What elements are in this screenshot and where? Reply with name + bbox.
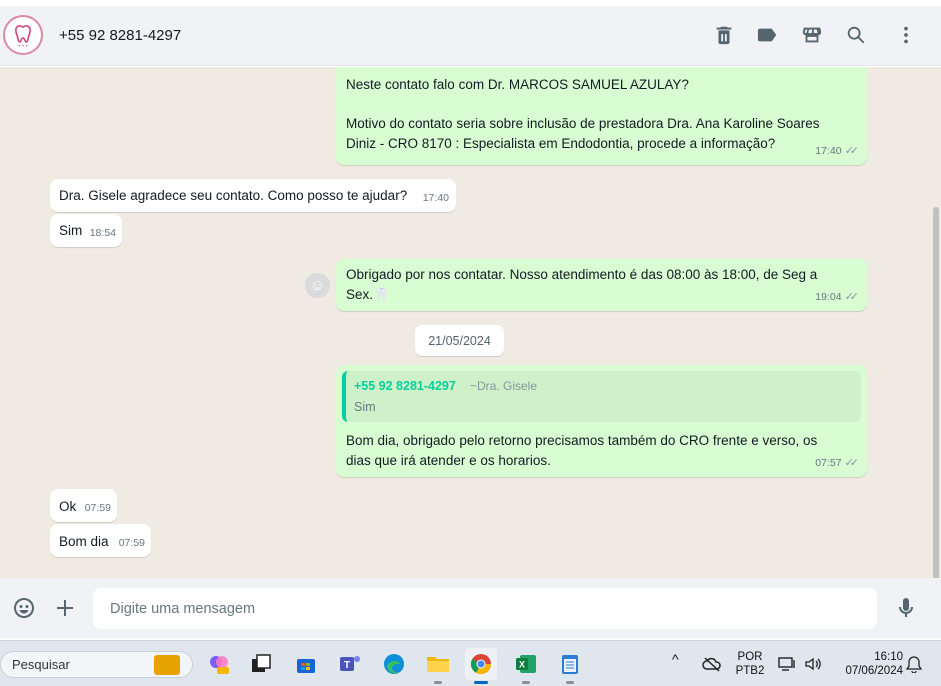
message-meta: 17:40 ✓✓ [815,142,859,162]
briefcase-icon [154,655,180,675]
message-input[interactable] [93,588,877,629]
running-indicator [566,681,574,684]
outgoing-message[interactable]: Neste contato falo com Dr. MARCOS SAMUEL… [336,67,867,165]
chevron-up-icon[interactable]: ^ [672,652,679,666]
message-text: Sim [59,223,83,238]
emoji-icon[interactable] [10,594,38,622]
double-check-icon: ✓✓ [844,290,860,303]
attach-plus-icon[interactable] [51,594,79,622]
label-icon[interactable] [753,20,783,50]
notification-bell-icon[interactable] [902,648,926,680]
copilot-icon[interactable] [203,648,235,680]
message-time: 07:59 [118,536,145,549]
edge-icon[interactable] [378,648,410,680]
emoji-reaction-icon[interactable]: ☺ [305,273,330,298]
incoming-message[interactable]: Sim 18:54 [50,214,122,247]
outgoing-message[interactable]: +55 92 8281-4297 ~Dra. Gisele Sim Bom di… [336,365,867,477]
message-time: 19:04 [815,290,842,303]
message-meta: 19:04 ✓✓ [815,288,859,308]
excel-icon[interactable]: X [510,648,542,684]
delete-icon[interactable] [709,20,739,50]
search-icon[interactable] [841,20,871,50]
message-text: Bom dia [59,534,109,549]
date-divider: 21/05/2024 [415,325,504,356]
double-check-icon: ✓✓ [844,144,860,157]
incoming-message[interactable]: Bom dia 07:59 [50,524,151,557]
quoted-pushname: ~Dra. Gisele [470,379,538,393]
clock-date: 07/06/2024 [845,665,903,677]
language-indicator[interactable]: POR PTB2 [733,650,767,678]
chat-area[interactable]: Neste contato falo com Dr. MARCOS SAMUEL… [0,67,941,578]
file-explorer-icon[interactable] [422,648,454,684]
taskbar-search[interactable]: Pesquisar [0,651,193,678]
message-meta: 07:57 ✓✓ [815,454,859,474]
running-indicator [434,681,442,684]
network-icon[interactable] [774,648,800,680]
cloud-offline-icon[interactable] [698,648,726,680]
active-indicator [474,681,488,684]
contact-avatar[interactable]: ✦ ✦ ✦ [3,15,43,55]
contact-name[interactable]: +55 92 8281-4297 [59,27,181,44]
scrollbar[interactable] [933,207,939,578]
svg-text:✦ ✦ ✦: ✦ ✦ ✦ [18,44,30,48]
message-time: 07:59 [84,501,111,514]
message-text: Neste contato falo com Dr. MARCOS SAMUEL… [346,77,820,151]
chrome-icon[interactable] [465,648,497,684]
message-time: 18:54 [89,226,116,239]
message-text: Ok [59,499,77,514]
incoming-message[interactable]: Ok 07:59 [50,489,117,522]
catalog-icon[interactable] [797,20,827,50]
store-icon[interactable] [290,648,322,680]
running-indicator [522,681,530,684]
quoted-text: Sim [354,400,376,414]
message-time: 17:40 [422,191,449,204]
svg-text:T: T [344,660,350,671]
menu-icon[interactable] [891,20,921,50]
svg-text:X: X [519,660,525,670]
message-time: 07:57 [815,456,842,469]
clock-time: 16:10 [874,651,903,663]
message-text: Obrigado por nos contatar. Nosso atendim… [346,267,818,302]
chat-header: ✦ ✦ ✦ +55 92 8281-4297 [0,6,941,66]
windows-taskbar: Pesquisar T X ^ POR PTB2 16:10 07/06/202… [0,640,941,686]
tooth-logo-icon: ✦ ✦ ✦ [15,25,31,48]
teams-icon[interactable]: T [334,648,366,680]
message-composer [0,578,941,638]
microphone-icon[interactable] [892,594,920,622]
volume-icon[interactable] [800,648,826,680]
quoted-author: +55 92 8281-4297 [354,379,456,393]
double-check-icon: ✓✓ [844,456,860,469]
quoted-message[interactable]: +55 92 8281-4297 ~Dra. Gisele Sim [342,371,861,422]
taskbar-search-label: Pesquisar [12,657,70,672]
clock[interactable]: 16:10 07/06/2024 [833,650,903,678]
incoming-message[interactable]: Dra. Gisele agradece seu contato. Como p… [50,179,456,212]
message-time: 17:40 [815,144,842,157]
message-text: Bom dia, obrigado pelo retorno precisamo… [346,433,818,468]
message-text: Dra. Gisele agradece seu contato. Como p… [59,188,408,203]
notepad-icon[interactable] [554,648,586,684]
task-view-icon[interactable] [245,648,277,680]
outgoing-message[interactable]: Obrigado por nos contatar. Nosso atendim… [336,259,867,311]
